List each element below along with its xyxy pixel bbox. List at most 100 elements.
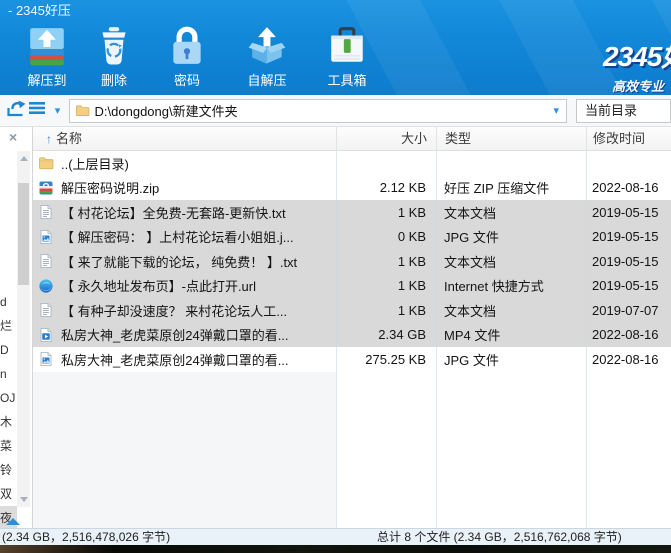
scroll-up-icon[interactable] — [20, 156, 28, 161]
column-header-label: 名称 — [56, 131, 82, 146]
file-modified: 2019-07-07 — [586, 303, 671, 318]
toolbox-icon — [326, 25, 368, 67]
sfx-icon — [246, 25, 288, 67]
sfx-button[interactable]: 自解压 — [230, 25, 304, 93]
file-modified: 2022-08-16 — [586, 327, 671, 342]
file-row[interactable]: 私房大神_老虎菜原创24弹戴口罩的看...275.25 KBJPG 文件2022… — [33, 347, 671, 372]
tree-item-fragment[interactable]: 木 — [0, 410, 17, 434]
tree-expand-icon[interactable] — [6, 518, 20, 525]
window-title: - 2345好压 — [8, 0, 71, 22]
file-name-cell: 【 解压密码： 】上村花论坛看小姐姐.j... — [33, 227, 336, 246]
file-size: 1 KB — [336, 278, 436, 293]
file-modified: 2019-05-15 — [586, 278, 671, 293]
list-view-icon — [28, 100, 48, 121]
tree-item-fragment[interactable]: 铃 — [0, 458, 17, 482]
password-icon — [166, 25, 208, 67]
jpg-icon — [38, 229, 54, 245]
toolbar-button-label: 自解压 — [247, 70, 286, 89]
list-header: ↑名称 大小类型修改时间 — [33, 127, 671, 151]
file-modified: 2019-05-15 — [586, 229, 671, 244]
file-size: 275.25 KB — [336, 352, 436, 367]
toolbar-button-label: 删除 — [101, 70, 127, 89]
txt-icon — [38, 253, 54, 269]
close-tree-icon[interactable]: × — [9, 129, 17, 145]
file-rows: ..(上层目录) 解压密码说明.zip2.12 KB好压 ZIP 压缩文件2022… — [33, 151, 671, 372]
folder-icon — [38, 155, 54, 171]
haozip-window: - 2345好压 解压到 删除 密码 自解压 工具箱 2345好压 高效专业 — [0, 0, 671, 553]
file-row[interactable]: 解压密码说明.zip2.12 KB好压 ZIP 压缩文件2022-08-16 — [33, 176, 671, 201]
address-dropdown-icon[interactable]: ▾ — [553, 104, 559, 117]
file-size: 1 KB — [336, 254, 436, 269]
file-row[interactable]: 【 解压密码： 】上村花论坛看小姐姐.j...0 KBJPG 文件2019-05… — [33, 225, 671, 250]
file-row[interactable]: 【 村花论坛】全免费-无套路-更新快.txt1 KB文本文档2019-05-15 — [33, 200, 671, 225]
column-header-modified[interactable]: 修改时间 — [586, 127, 671, 151]
address-input[interactable]: D:\dongdong\新建文件夹 ▾ — [69, 99, 567, 123]
txt-icon — [38, 302, 54, 318]
toolbox-button[interactable]: 工具箱 — [304, 25, 390, 93]
file-row[interactable]: 【 来了就能下载的论坛， 纯免费！ 】.txt1 KB文本文档2019-05-1… — [33, 249, 671, 274]
app-header: - 2345好压 解压到 删除 密码 自解压 工具箱 2345好压 高效专业 — [0, 0, 671, 95]
brand-slogan: 高效专业 — [612, 76, 671, 95]
file-name: 【 解压密码： 】上村花论坛看小姐姐.j... — [61, 227, 294, 246]
tree-scrollbar[interactable] — [17, 151, 30, 507]
file-row[interactable]: ..(上层目录) — [33, 151, 671, 176]
column-header-size[interactable]: 大小 — [336, 127, 436, 151]
txt-icon — [38, 204, 54, 220]
current-dir-selector[interactable]: 当前目录 — [576, 99, 671, 123]
file-modified: 2019-05-15 — [586, 205, 671, 220]
column-header-name[interactable]: ↑名称 — [33, 127, 336, 151]
column-header-label: 大小 — [401, 131, 427, 146]
file-name-cell: 【 村花论坛】全免费-无套路-更新快.txt — [33, 203, 336, 222]
address-path: D:\dongdong\新建文件夹 — [95, 101, 547, 120]
tree-item-fragment[interactable]: D — [0, 338, 17, 362]
column-header-type[interactable]: 类型 — [436, 127, 586, 151]
status-bar: (2.34 GB，2,516,478,026 字节) 总计 8 个文件 (2.3… — [0, 528, 671, 545]
file-name: 解压密码说明.zip — [61, 178, 159, 197]
file-type: 文本文档 — [436, 301, 586, 320]
url-icon — [38, 278, 54, 294]
tree-item-fragment[interactable]: d — [0, 290, 17, 314]
scrollbar-thumb[interactable] — [18, 183, 29, 285]
extract-to-icon — [26, 25, 68, 67]
delete-button[interactable]: 删除 — [84, 25, 144, 93]
file-name: 私房大神_老虎菜原创24弹戴口罩的看... — [61, 350, 289, 369]
brand-logo: 2345好压 高效专业 — [603, 35, 671, 95]
file-type: 好压 ZIP 压缩文件 — [436, 178, 586, 197]
toolbar-buttons: 解压到 删除 密码 自解压 工具箱 — [10, 25, 390, 93]
file-row[interactable]: 【 永久地址发布页】-点此打开.url1 KBInternet 快捷方式2019… — [33, 274, 671, 299]
file-name-cell: 解压密码说明.zip — [33, 178, 336, 197]
file-name-cell: ..(上层目录) — [33, 154, 336, 173]
tree-item-fragment[interactable]: 双 — [0, 482, 17, 506]
file-row[interactable]: 私房大神_老虎菜原创24弹戴口罩的看...2.34 GBMP4 文件2022-0… — [33, 323, 671, 348]
tree-item-fragment[interactable]: 菜 — [0, 434, 17, 458]
file-row[interactable]: 【 有种子却没速度？ 来村花论坛人工... 1 KB文本文档2019-07-07 — [33, 298, 671, 323]
toolbar-button-label: 解压到 — [27, 70, 66, 89]
file-type: MP4 文件 — [436, 325, 586, 344]
toolbar-button-label: 工具箱 — [327, 70, 366, 89]
tree-item-fragment[interactable]: n — [0, 362, 17, 386]
column-header-label: 修改时间 — [593, 131, 645, 146]
desktop-background-strip — [0, 545, 671, 553]
file-list: ↑名称 大小类型修改时间 ..(上层目录) 解压密码说明.zip2.12 KB好压 … — [33, 127, 671, 528]
scroll-down-icon[interactable] — [20, 497, 28, 502]
toolbar-button-label: 密码 — [174, 70, 200, 89]
tree-item-fragment[interactable]: 烂 — [0, 314, 17, 338]
extract-to-button[interactable]: 解压到 — [10, 25, 84, 93]
file-modified: 2019-05-15 — [586, 254, 671, 269]
view-mode-caret-icon[interactable]: ▾ — [55, 104, 61, 117]
file-name: 【 有种子却没速度？ 来村花论坛人工... — [61, 301, 287, 320]
up-level-icon — [5, 97, 27, 124]
address-toolbar: ▾ D:\dongdong\新建文件夹 ▾ 当前目录 — [0, 95, 671, 127]
up-level-button[interactable] — [4, 99, 29, 123]
view-mode-button[interactable]: ▾ — [31, 99, 65, 123]
path-folder-icon — [75, 103, 90, 118]
file-size: 2.34 GB — [336, 327, 436, 342]
password-button[interactable]: 密码 — [144, 25, 230, 93]
selection-size-status: (2.34 GB，2,516,478,026 字节) — [2, 530, 170, 545]
file-size: 1 KB — [336, 303, 436, 318]
tree-item-fragment[interactable]: OJ — [0, 386, 17, 410]
file-type: JPG 文件 — [436, 227, 586, 246]
folder-tree-panel: × d烂DnOJ木菜铃双夜 — [0, 127, 33, 528]
file-modified: 2022-08-16 — [586, 180, 671, 195]
jpg-icon — [38, 351, 54, 367]
